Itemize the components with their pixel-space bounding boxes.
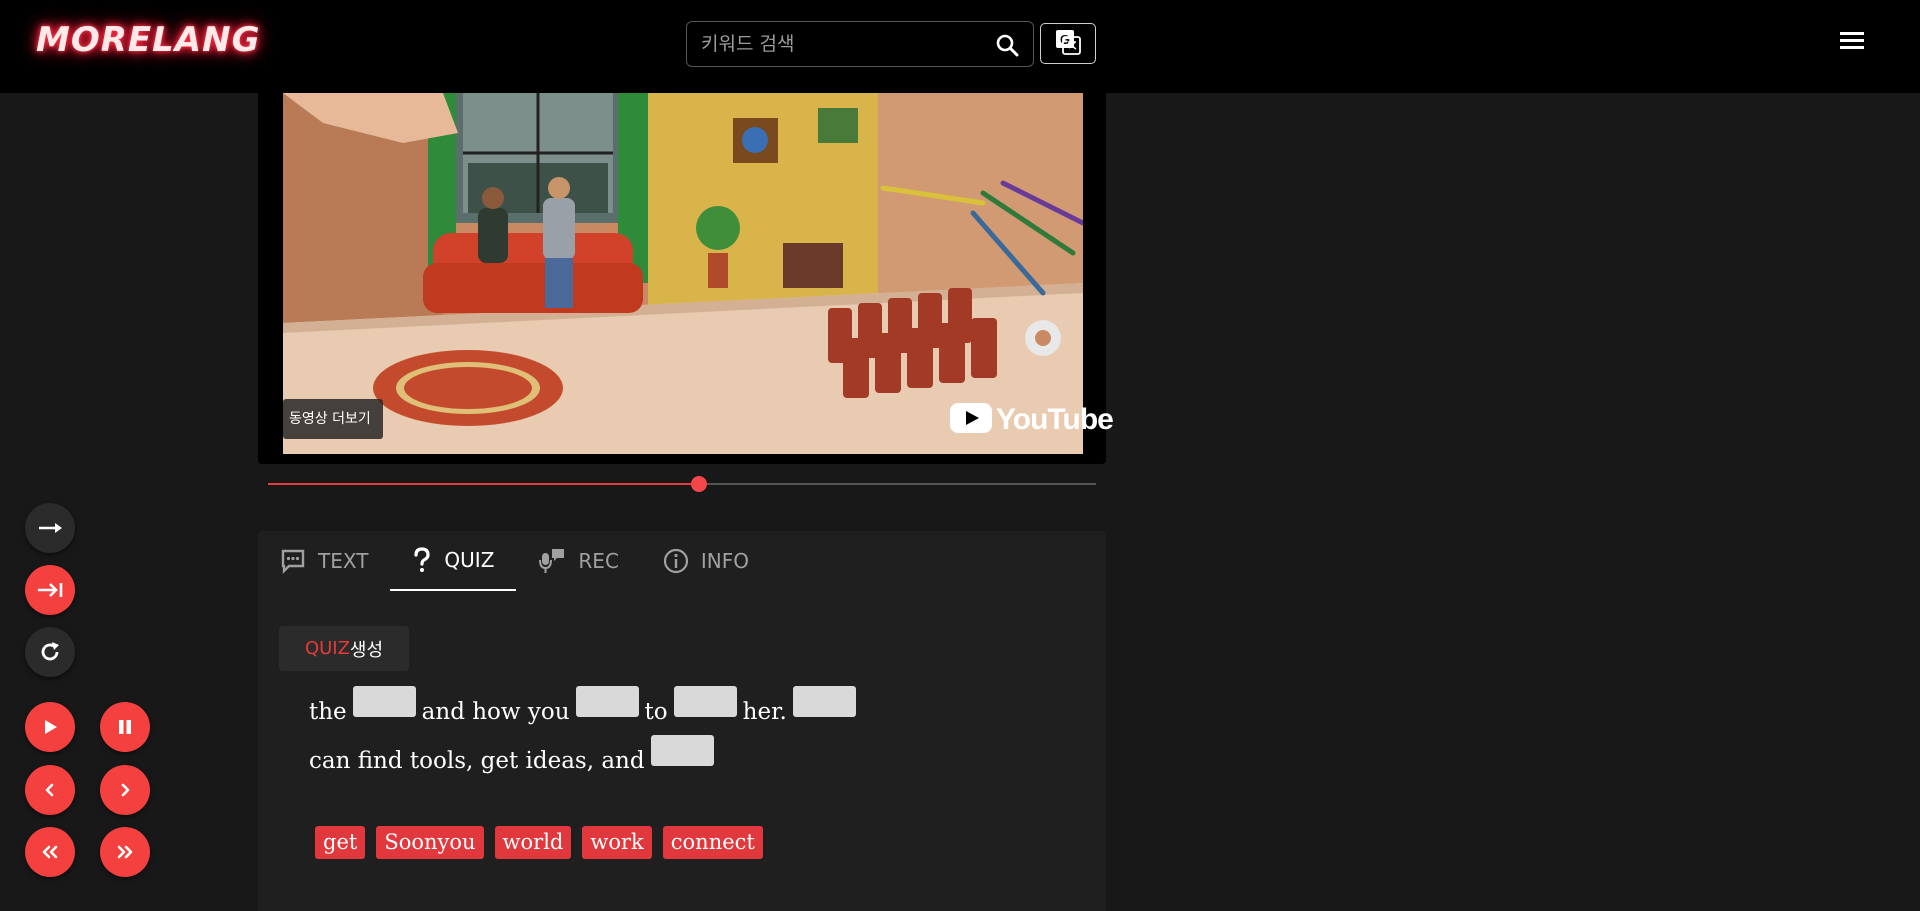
double-chevron-left-icon (42, 845, 58, 859)
quiz-generate-button[interactable]: QUIZ 생성 (279, 626, 409, 671)
chevron-right-icon (121, 783, 130, 797)
video-player[interactable]: 동영상 더보기 YouTube (258, 93, 1114, 464)
tab-quiz-label: QUIZ (444, 548, 495, 572)
quiz-blank[interactable] (352, 686, 416, 717)
quiz-generate-label-white: 생성 (349, 639, 384, 661)
tab-text-label: TEXT (318, 549, 369, 573)
translate-button[interactable]: G (1040, 23, 1096, 64)
quiz-word: her. (742, 699, 787, 725)
play-icon (45, 720, 57, 734)
quiz-word: and how you (421, 699, 570, 725)
tab-rec-label: REC (578, 549, 619, 573)
next-sentence-button[interactable] (100, 765, 150, 815)
arrow-right-icon (39, 523, 62, 533)
video-progress-handle[interactable] (690, 476, 707, 492)
word-choice-chip[interactable]: get (315, 826, 366, 859)
youtube-wordmark: YouTube (996, 403, 1114, 436)
quiz-sentence-line-1: the and how you to her. (309, 686, 862, 725)
tab-quiz[interactable]: QUIZ (390, 531, 517, 591)
google-translate-icon: G (1054, 28, 1082, 60)
refresh-icon (41, 642, 59, 661)
quiz-word: can find tools, get ideas, and (309, 748, 645, 774)
arrow-to-end-icon (38, 583, 63, 597)
video-progress-bar[interactable] (268, 476, 1096, 492)
chevron-left-icon (45, 783, 54, 797)
word-choice-chip[interactable]: world (494, 826, 572, 859)
video-frame[interactable] (283, 93, 1083, 454)
quiz-word-choices: get Soonyou world work connect (315, 826, 774, 859)
record-mic-icon (539, 549, 565, 573)
hamburger-menu-icon[interactable] (1838, 29, 1866, 51)
more-videos-button[interactable]: 동영상 더보기 (283, 399, 383, 439)
text-comment-icon (281, 549, 305, 574)
search-icon[interactable] (995, 33, 1019, 57)
word-choice-chip[interactable]: work (582, 826, 652, 859)
rewind-button[interactable] (25, 827, 75, 877)
tab-rec[interactable]: REC (516, 531, 641, 591)
play-button[interactable] (25, 702, 75, 752)
tab-text[interactable]: TEXT (258, 531, 390, 591)
quiz-word: to (644, 699, 668, 725)
quiz-blank[interactable] (650, 735, 714, 766)
svg-text:G: G (1060, 32, 1070, 47)
question-mark-icon (414, 547, 431, 572)
quiz-blank[interactable] (575, 686, 639, 717)
double-chevron-right-icon (117, 845, 133, 859)
quiz-blank[interactable] (792, 686, 856, 717)
app-header: MORELANG G (0, 0, 1920, 93)
study-panel: TEXT QUIZ REC INFO QUIZ 생성 the and how yo… (258, 531, 1106, 911)
search-input[interactable] (701, 22, 971, 66)
pause-button[interactable] (100, 702, 150, 752)
tab-info-label: INFO (700, 549, 750, 573)
quiz-blank[interactable] (673, 686, 737, 717)
skip-to-end-button[interactable] (25, 565, 75, 615)
info-icon (663, 548, 689, 574)
arrow-right-button[interactable] (25, 503, 75, 553)
pause-icon (119, 720, 131, 734)
panel-tabs: TEXT QUIZ REC INFO (258, 531, 771, 591)
search-box (686, 21, 1034, 67)
youtube-logo[interactable]: YouTube (950, 403, 1114, 437)
tab-info[interactable]: INFO (641, 531, 771, 591)
video-progress-fill (268, 483, 699, 485)
word-choice-chip[interactable]: connect (662, 826, 763, 859)
word-choice-chip[interactable]: Soonyou (376, 826, 484, 859)
fast-forward-button[interactable] (100, 827, 150, 877)
repeat-button[interactable] (25, 627, 75, 677)
app-logo[interactable]: MORELANG (36, 20, 260, 60)
previous-sentence-button[interactable] (25, 765, 75, 815)
quiz-generate-label-red: QUIZ (304, 638, 350, 659)
quiz-sentence-line-2: can find tools, get ideas, and (309, 735, 720, 774)
youtube-play-icon (950, 403, 992, 437)
quiz-word: the (309, 699, 347, 725)
